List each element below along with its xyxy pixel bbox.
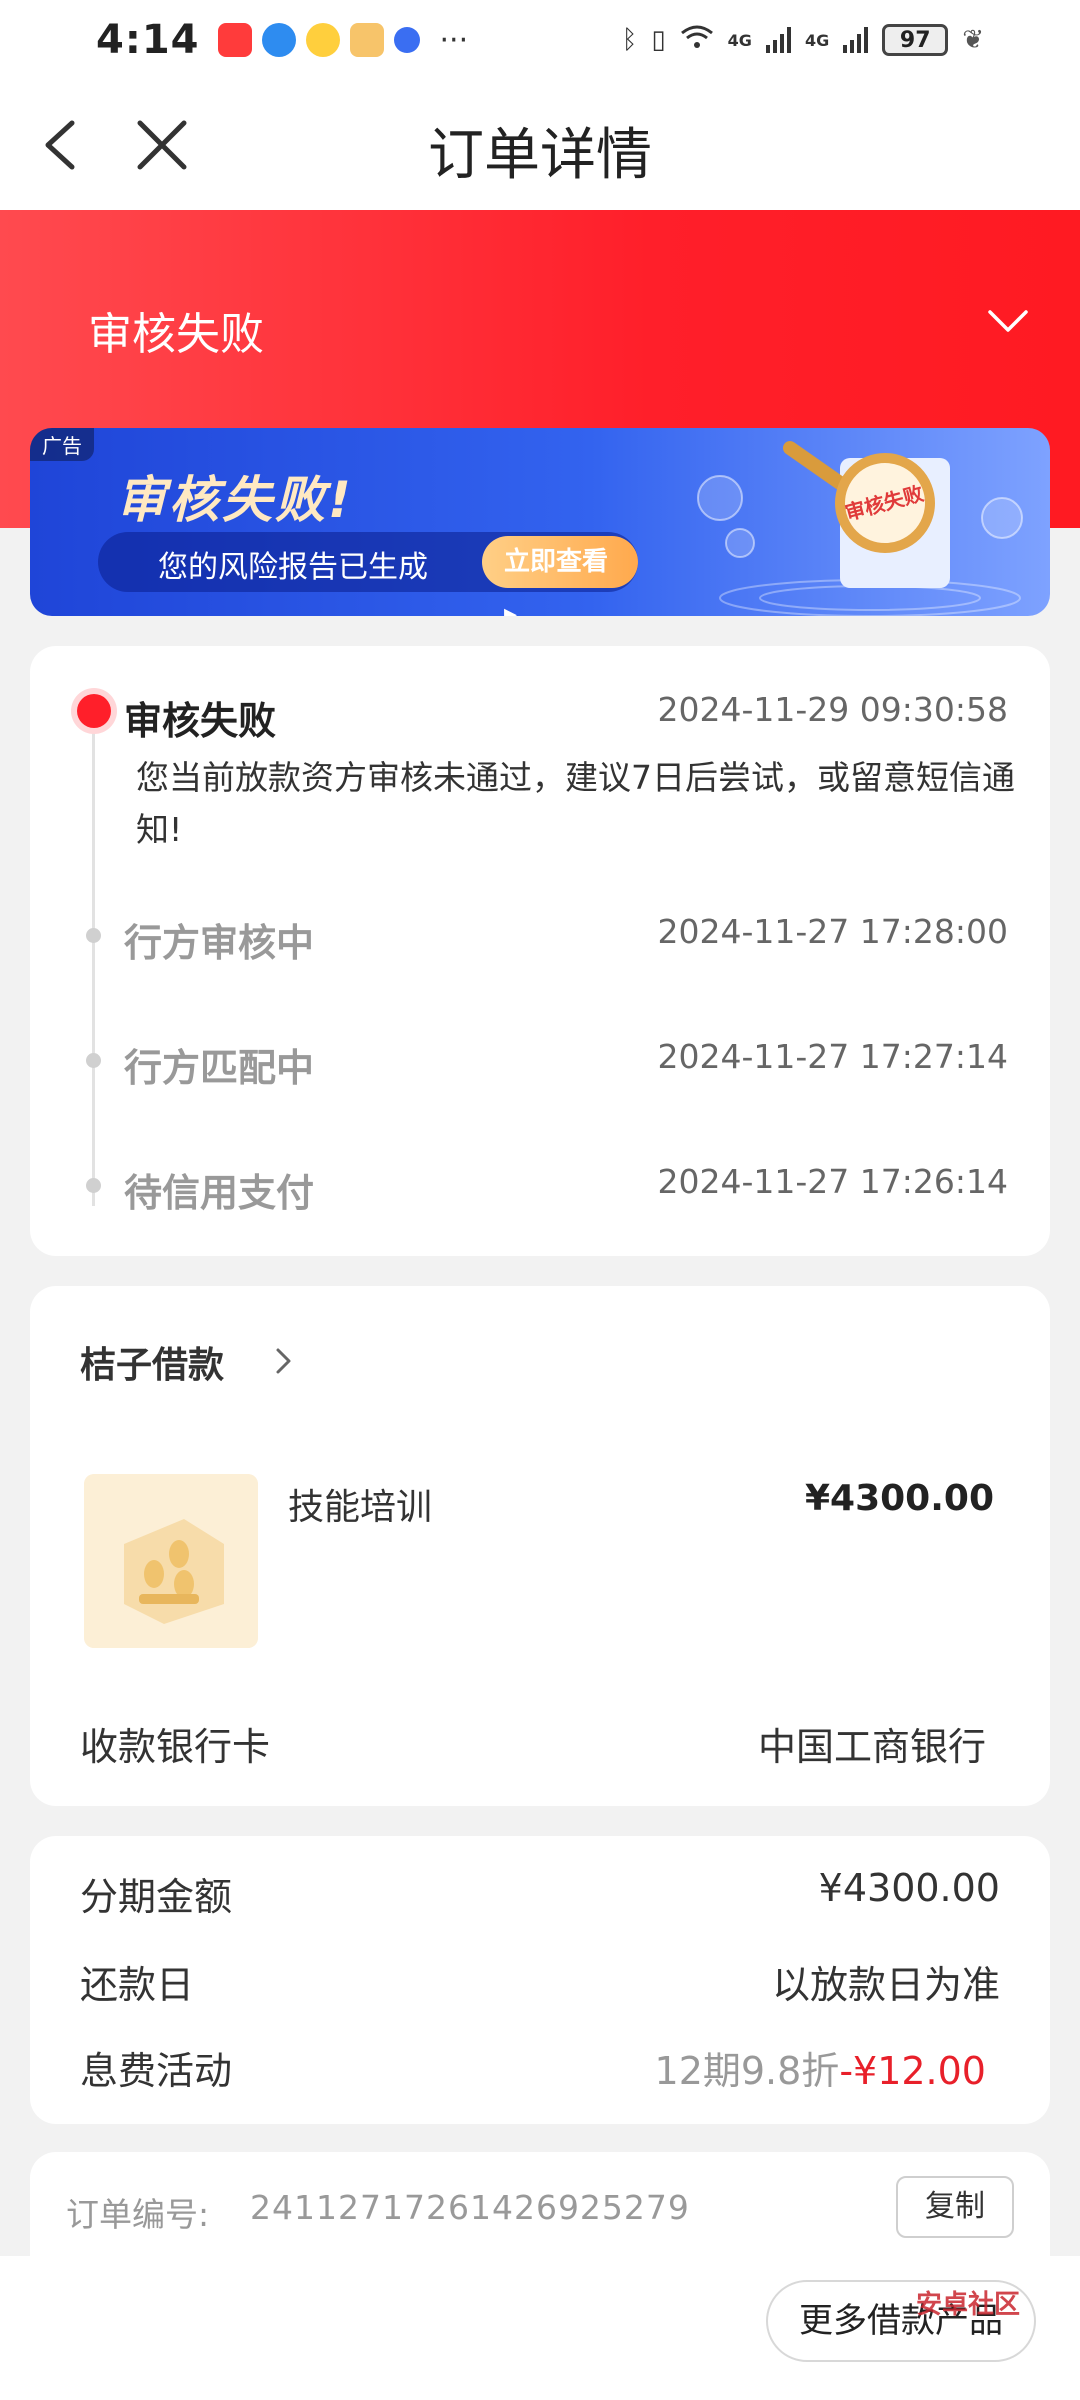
magnifier-illustration-icon: 审核失败 bbox=[697, 441, 1023, 616]
coins-product-icon bbox=[84, 1474, 258, 1648]
timeline-label: 审核失败 bbox=[124, 699, 277, 743]
status-bar: 4:14 ··· ᛒ ▯ 4G 4G 97 ❦ bbox=[0, 0, 1080, 80]
page-title: 订单详情 bbox=[428, 123, 652, 188]
product-price: ¥4300.00 bbox=[804, 1478, 994, 1519]
ad-banner[interactable]: 广告 审核失败! 您的风险报告已生成 立即查看 ▸ 审核失败 bbox=[30, 428, 1050, 616]
huawei-store-icon bbox=[217, 23, 252, 57]
copy-button[interactable]: 复制 bbox=[896, 2176, 1014, 2238]
leaf-icon: ❦ bbox=[962, 25, 984, 55]
browser-icon bbox=[261, 23, 296, 57]
nav-bar: 订单详情 bbox=[0, 80, 1080, 210]
timeline-label: 行方审核中 bbox=[124, 921, 315, 965]
network-type-b: 4G bbox=[804, 30, 830, 50]
timeline-label: 行方匹配中 bbox=[124, 1046, 315, 1090]
chevron-down-icon[interactable] bbox=[986, 306, 1030, 336]
ad-title: 审核失败! bbox=[116, 471, 354, 529]
notification-icons: ··· bbox=[217, 22, 469, 58]
baidu-icon bbox=[393, 27, 420, 53]
timeline-time: 2024-11-27 17:27:14 bbox=[657, 1037, 1008, 1076]
network-type-a: 4G bbox=[727, 30, 752, 50]
promo-discount: -¥12.00 bbox=[839, 2049, 986, 2093]
signal-icon-a bbox=[765, 27, 791, 53]
timeline-time: 2024-11-27 17:28:00 bbox=[657, 912, 1008, 951]
timeline-line bbox=[92, 706, 95, 1206]
timeline-label: 待信用支付 bbox=[124, 1171, 315, 1215]
timeline-description: 您当前放款资方审核未通过，建议7日后尝试，或留意短信通知! bbox=[136, 758, 1015, 849]
timeline-dot bbox=[86, 1053, 101, 1068]
installment-amount-value: ¥4300.00 bbox=[818, 1866, 1000, 1910]
timeline-time: 2024-11-29 09:30:58 bbox=[657, 690, 1008, 729]
product-name: 技能培训 bbox=[288, 1487, 433, 1528]
ad-tag: 广告 bbox=[30, 428, 94, 461]
ad-subtitle-pill: 您的风险报告已生成 立即查看 ▸ bbox=[98, 532, 638, 616]
timeline-dot bbox=[86, 928, 101, 943]
installment-card: 分期金额 ¥4300.00 还款日 以放款日为准 息费活动 12期9.8折-¥1… bbox=[30, 1836, 1050, 2124]
game-app-icon bbox=[349, 23, 384, 57]
watermark-text: 安卓社区 bbox=[915, 2290, 1020, 2320]
repay-day-value: 以放款日为准 bbox=[771, 1963, 1000, 2007]
wifi-icon bbox=[680, 24, 714, 57]
bottom-bar: 更多借款产品 安卓社区 bbox=[0, 2256, 1080, 2400]
promo-value: 12期9.8折-¥12.00 bbox=[655, 2040, 986, 2095]
merchant-name-link[interactable]: 桔子借款 bbox=[80, 1336, 224, 1388]
promo-label: 息费活动 bbox=[80, 2049, 233, 2093]
status-timeline: 审核失败 2024-11-29 09:30:58 您当前放款资方审核未通过，建议… bbox=[30, 646, 1050, 1256]
timeline-time: 2024-11-27 17:26:14 bbox=[657, 1162, 1008, 1201]
more-notifications-icon: ··· bbox=[439, 22, 469, 58]
battery-icon: 97 bbox=[882, 24, 949, 56]
order-number-value: 24112717261426925279 bbox=[250, 2188, 690, 2227]
product-card: 桔子借款 技能培训 ¥4300.00 收款银行卡 中国工商银行 bbox=[30, 1286, 1050, 1806]
order-status-title: 审核失败 bbox=[88, 309, 264, 360]
bank-card-label: 收款银行卡 bbox=[80, 1725, 271, 1769]
repay-day-label: 还款日 bbox=[80, 1963, 195, 2007]
promo-plan: 12期9.8折 bbox=[654, 2049, 840, 2093]
bank-card-value: 中国工商银行 bbox=[757, 1725, 986, 1769]
timeline-dot bbox=[86, 1178, 101, 1193]
status-right: ᛒ ▯ 4G 4G 97 ❦ bbox=[622, 24, 984, 57]
status-time: 4:14 bbox=[96, 17, 200, 63]
ad-subtitle: 您的风险报告已生成 bbox=[158, 550, 428, 585]
chevron-right-icon[interactable] bbox=[274, 1346, 294, 1376]
order-number-label: 订单编号: bbox=[66, 2195, 210, 2234]
vibrate-icon: ▯ bbox=[651, 25, 666, 55]
view-report-button[interactable]: 立即查看 ▸ bbox=[482, 536, 638, 616]
signal-icon-b bbox=[843, 27, 869, 53]
view-report-label: 立即查看 bbox=[504, 547, 609, 577]
weibo-icon bbox=[305, 23, 340, 57]
installment-amount-label: 分期金额 bbox=[80, 1875, 233, 1919]
bluetooth-icon: ᛒ bbox=[621, 25, 638, 55]
timeline-dot-active bbox=[77, 694, 111, 728]
